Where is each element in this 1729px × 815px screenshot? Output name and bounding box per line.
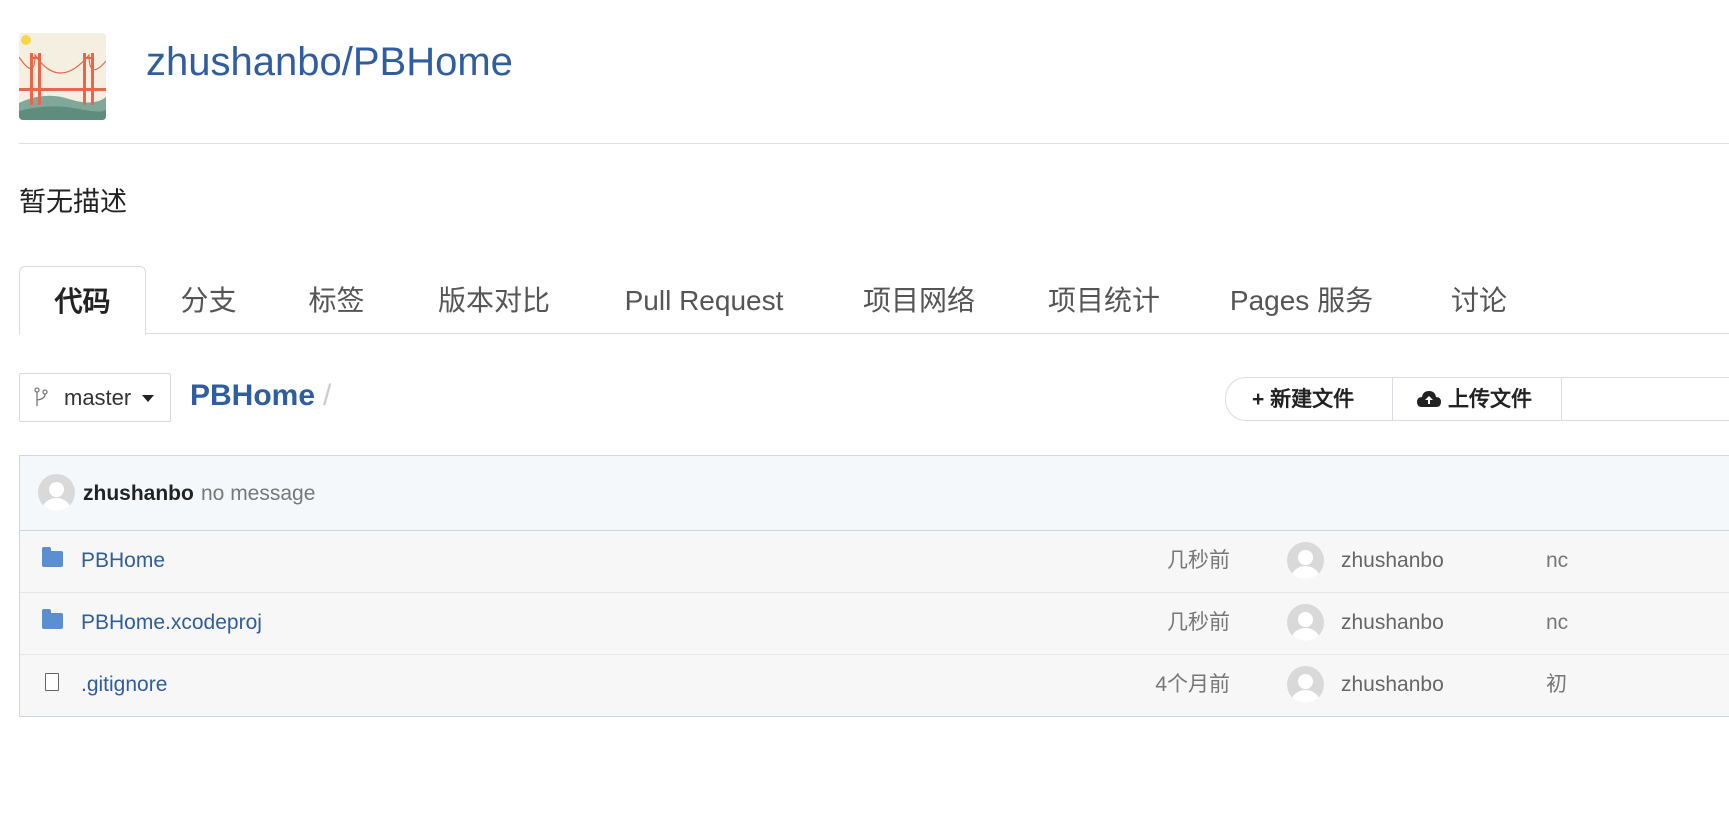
upload-file-label: 上传文件	[1448, 388, 1532, 411]
repo-title-link[interactable]: zhushanbo/PBHome	[146, 38, 513, 86]
repo-logo[interactable]	[19, 33, 106, 120]
file-time: 几秒前	[1167, 611, 1230, 634]
repo-description: 暂无描述	[19, 187, 127, 217]
upload-file-button[interactable]: 上传文件	[1416, 378, 1532, 420]
avatar[interactable]	[1287, 666, 1324, 703]
tab-statistics[interactable]: 项目统计	[1029, 266, 1179, 333]
table-row: PBHome 几秒前 zhushanbo nc	[20, 531, 1729, 593]
file-name-link[interactable]: PBHome.xcodeproj	[81, 609, 262, 637]
file-time: 几秒前	[1167, 549, 1230, 572]
commit-author[interactable]: zhushanbo	[83, 480, 194, 508]
repo-tabs: 代码 分支 标签 版本对比 Pull Request 项目网络 项目统计 Pag…	[19, 266, 1729, 335]
folder-icon	[42, 609, 63, 629]
breadcrumb-separator: /	[323, 379, 332, 412]
avatar[interactable]	[1287, 604, 1324, 641]
commit-message[interactable]: no message	[201, 480, 315, 508]
branch-selector[interactable]: master	[19, 373, 171, 422]
chevron-down-icon	[142, 395, 154, 402]
file-name-link[interactable]: PBHome	[81, 547, 165, 575]
divider	[1392, 378, 1393, 420]
file-list: zhushanbo no message PBHome 几秒前 zhushanb…	[19, 455, 1729, 717]
file-actions-group: + 新建文件 上传文件	[1225, 377, 1729, 421]
tab-pull-request[interactable]: Pull Request	[609, 266, 799, 333]
new-file-button[interactable]: + 新建文件	[1252, 378, 1354, 420]
file-author[interactable]: zhushanbo	[1341, 609, 1444, 637]
file-author[interactable]: zhushanbo	[1341, 671, 1444, 699]
folder-icon	[42, 547, 63, 567]
tab-branches[interactable]: 分支	[161, 266, 256, 333]
divider	[1561, 378, 1562, 420]
file-time: 4个月前	[1155, 673, 1230, 696]
branch-label: master	[64, 385, 132, 410]
file-name-link[interactable]: .gitignore	[81, 671, 167, 699]
avatar[interactable]	[38, 474, 75, 511]
repo-header: zhushanbo/PBHome	[19, 33, 1729, 144]
tab-pages[interactable]: Pages 服务	[1214, 266, 1389, 333]
table-row: PBHome.xcodeproj 几秒前 zhushanbo nc	[20, 593, 1729, 655]
cloud-upload-icon	[1417, 391, 1441, 407]
file-commit-message[interactable]: 初	[1546, 671, 1567, 699]
breadcrumb-root[interactable]: PBHome	[190, 376, 315, 416]
file-commit-message[interactable]: nc	[1546, 609, 1568, 637]
file-icon	[45, 673, 59, 691]
tab-network[interactable]: 项目网络	[844, 266, 994, 333]
tab-tags[interactable]: 标签	[289, 266, 384, 333]
file-commit-message[interactable]: nc	[1546, 547, 1568, 575]
tab-code[interactable]: 代码	[19, 266, 146, 335]
bridge-logo-icon	[19, 33, 106, 120]
avatar[interactable]	[1287, 542, 1324, 579]
latest-commit-bar: zhushanbo no message	[20, 456, 1729, 531]
table-row: .gitignore 4个月前 zhushanbo 初	[20, 655, 1729, 716]
tab-discussion[interactable]: 讨论	[1439, 266, 1519, 333]
branch-icon	[34, 387, 48, 411]
tab-compare[interactable]: 版本对比	[424, 266, 564, 333]
file-author[interactable]: zhushanbo	[1341, 547, 1444, 575]
